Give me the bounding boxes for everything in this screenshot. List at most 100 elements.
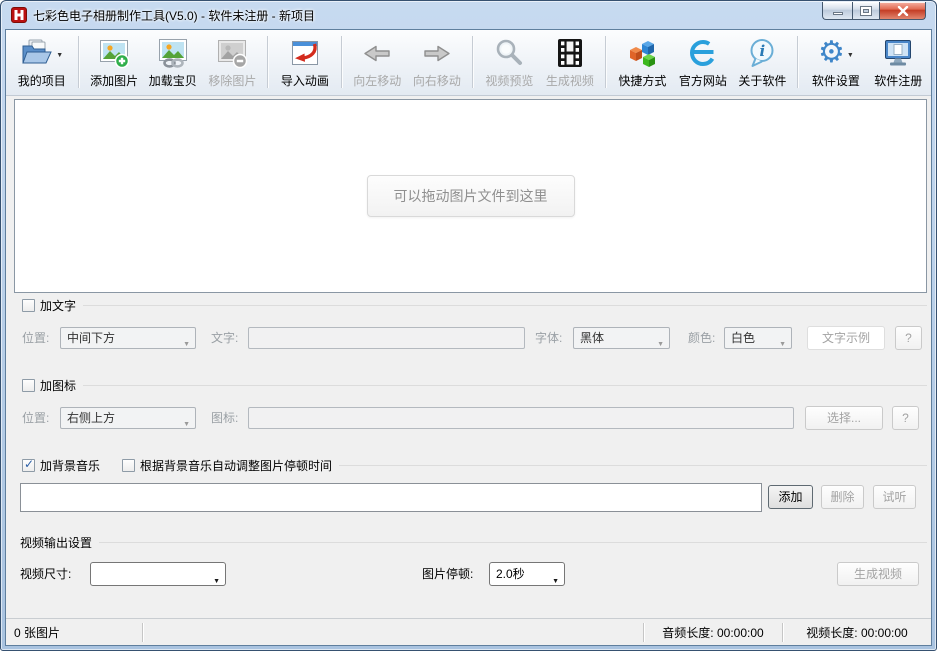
music-delete-button[interactable]: 删除 — [821, 485, 864, 509]
divider — [99, 542, 927, 543]
color-select[interactable]: 白色▼ — [724, 327, 792, 349]
add-music-label: 加背景音乐 — [40, 457, 100, 474]
toolbar-button-move-right[interactable]: 向右移动 — [407, 33, 467, 91]
color-label: 颜色: — [688, 327, 715, 349]
divider — [83, 305, 927, 306]
music-add-button[interactable]: 添加 — [768, 485, 813, 509]
auto-adjust-checkbox[interactable] — [122, 459, 135, 472]
window-title: 七彩色电子相册制作工具(V5.0) - 软件未注册 - 新项目 — [33, 7, 315, 24]
add-icon-checkbox[interactable] — [22, 379, 35, 392]
add-text-section-header: 加文字 — [22, 298, 927, 313]
video-size-select[interactable]: ▼ — [90, 562, 226, 586]
music-listen-button[interactable]: 试听 — [873, 485, 916, 509]
pause-select[interactable]: 2.0秒▼ — [489, 562, 565, 586]
image-dropzone[interactable]: 可以拖动图片文件到这里 — [14, 99, 927, 293]
dropzone-hint[interactable]: 可以拖动图片文件到这里 — [367, 175, 575, 217]
close-icon — [897, 6, 909, 16]
toolbar-button-settings[interactable]: ⚙▼ 软件设置 — [804, 33, 867, 91]
window-controls — [822, 2, 926, 20]
chevron-down-icon: ▼ — [847, 52, 854, 59]
font-select[interactable]: 黑体▼ — [573, 327, 670, 349]
toolbar-button-generate-video-toolbar[interactable]: 生成视频 — [540, 33, 600, 91]
chevron-down-icon: ▼ — [552, 571, 559, 593]
toolbar-button-shortcut[interactable]: 快捷方式 — [612, 33, 673, 91]
toolbar: ▼ 我的项目 添加图片 加载宝贝 移除图片 导入动画 — [6, 30, 931, 96]
status-video-length: 视频长度: 00:00:00 — [783, 624, 931, 641]
toolbar-button-import-animation[interactable]: 导入动画 — [274, 33, 335, 91]
load-link-image-icon — [157, 37, 189, 69]
add-text-label: 加文字 — [40, 297, 76, 314]
close-button[interactable] — [880, 2, 926, 20]
icon-position-select[interactable]: 右侧上方▼ — [60, 407, 196, 429]
toolbar-separator — [341, 36, 342, 88]
video-size-label: 视频尺寸: — [20, 562, 71, 586]
toolbar-button-official-website[interactable]: 官方网站 — [673, 33, 733, 91]
generate-video-button[interactable]: 生成视频 — [837, 562, 919, 586]
app-icon — [11, 7, 27, 23]
status-image-count: 0 张图片 — [6, 624, 142, 641]
toolbar-separator — [605, 36, 606, 88]
music-file-input[interactable] — [20, 483, 762, 512]
auto-adjust-label: 根据背景音乐自动调整图片停顿时间 — [140, 457, 332, 474]
toolbar-button-video-preview[interactable]: 视频预览 — [479, 33, 540, 91]
text-help-button[interactable]: ? — [895, 326, 922, 350]
status-audio-length: 音频长度: 00:00:00 — [644, 624, 782, 641]
output-settings-label: 视频输出设置 — [20, 534, 92, 551]
add-music-checkbox[interactable]: ✓ — [22, 459, 35, 472]
add-text-checkbox[interactable] — [22, 299, 35, 312]
toolbar-button-load-baby[interactable]: 加载宝贝 — [143, 33, 203, 91]
folder-icon — [20, 37, 54, 69]
output-section-header: 视频输出设置 — [14, 535, 927, 550]
toolbar-separator — [797, 36, 798, 88]
film-icon — [554, 37, 586, 69]
add-icon-section-header: 加图标 — [22, 378, 927, 393]
chevron-down-icon: ▼ — [183, 335, 190, 355]
magnifier-icon — [493, 37, 525, 69]
icon-file-input[interactable] — [248, 407, 794, 429]
icon-help-button[interactable]: ? — [892, 406, 919, 430]
chevron-down-icon: ▼ — [56, 52, 63, 59]
text-position-select[interactable]: 中间下方▼ — [60, 327, 196, 349]
text-content-input[interactable] — [248, 327, 525, 349]
toolbar-button-register[interactable]: 软件注册 — [868, 33, 929, 91]
minimize-icon — [833, 12, 843, 15]
gear-icon: ⚙ — [818, 37, 845, 69]
toolbar-button-about[interactable]: i 关于软件 — [733, 33, 793, 91]
chevron-down-icon: ▼ — [779, 335, 786, 355]
titlebar[interactable]: 七彩色电子相册制作工具(V5.0) - 软件未注册 - 新项目 — [1, 1, 936, 29]
text-sample-button[interactable]: 文字示例 — [807, 326, 885, 350]
add-icon-label: 加图标 — [40, 377, 76, 394]
toolbar-button-add-images[interactable]: 添加图片 — [85, 33, 143, 91]
text-position-label: 位置: — [22, 327, 49, 349]
minimize-button[interactable] — [822, 2, 852, 20]
divider — [83, 385, 927, 386]
toolbar-separator — [78, 36, 79, 88]
toolbar-separator — [267, 36, 268, 88]
toolbar-button-my-projects[interactable]: ▼ 我的项目 — [10, 33, 73, 91]
toolbar-separator — [472, 36, 473, 88]
divider — [339, 465, 927, 466]
import-animation-icon — [289, 37, 321, 69]
client-area: ▼ 我的项目 添加图片 加载宝贝 移除图片 导入动画 — [5, 29, 932, 646]
cubes-icon — [626, 37, 658, 69]
chevron-down-icon: ▼ — [183, 415, 190, 435]
info-icon: i — [746, 37, 778, 69]
toolbar-button-move-left[interactable]: 向左移动 — [348, 33, 408, 91]
toolbar-button-remove-images[interactable]: 移除图片 — [203, 33, 263, 91]
statusbar-separator — [142, 623, 143, 642]
chevron-down-icon: ▼ — [213, 571, 220, 593]
icon-file-label: 图标: — [211, 407, 238, 429]
music-section-header: ✓ 加背景音乐 根据背景音乐自动调整图片停顿时间 — [22, 458, 927, 473]
statusbar: 0 张图片 音频长度: 00:00:00 视频长度: 00:00:00 — [6, 618, 931, 645]
monitor-icon — [882, 37, 914, 69]
chevron-down-icon: ▼ — [657, 335, 664, 355]
arrow-left-icon — [361, 37, 393, 69]
maximize-button[interactable] — [852, 2, 880, 20]
app-window: 七彩色电子相册制作工具(V5.0) - 软件未注册 - 新项目 ▼ 我的项目 添… — [0, 0, 937, 651]
pause-label: 图片停顿: — [422, 562, 473, 586]
arrow-right-icon — [421, 37, 453, 69]
text-content-label: 文字: — [211, 327, 238, 349]
remove-image-icon — [216, 37, 248, 69]
icon-select-button[interactable]: 选择... — [805, 406, 883, 430]
icon-position-label: 位置: — [22, 407, 49, 429]
